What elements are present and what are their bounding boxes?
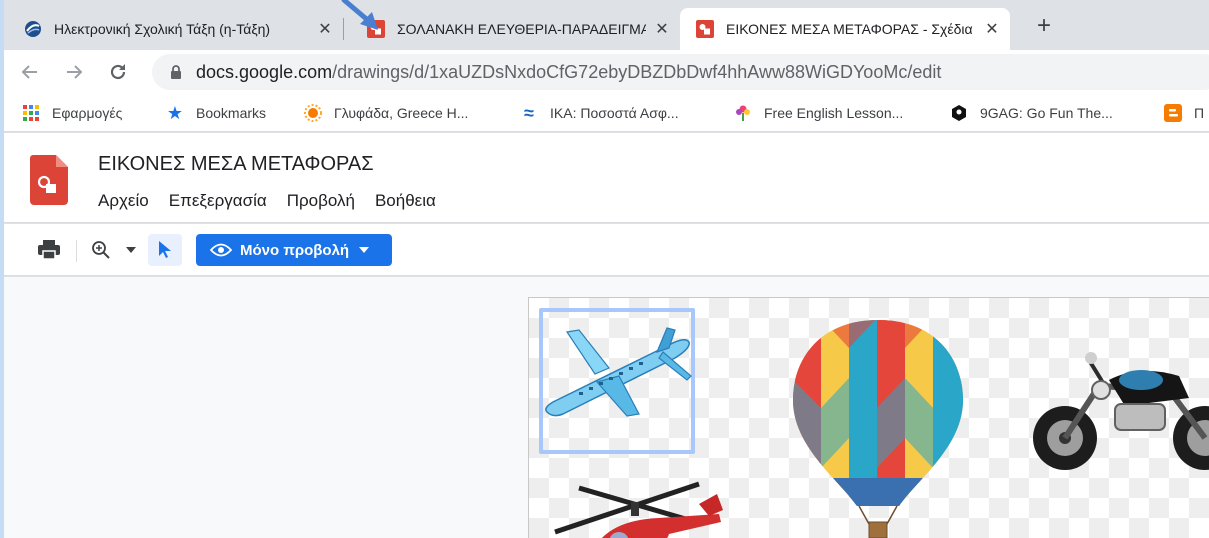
bookmark-ika[interactable]: ≈ ΙΚΑ: Ποσοστά Ασφ... xyxy=(520,94,679,132)
menu-file[interactable]: Αρχείο xyxy=(98,191,149,211)
tab-strip: Ηλεκτρονική Σχολική Τάξη (η-Τάξη) ✕ ΣΟΛΑ… xyxy=(0,0,1209,50)
tab-eikones-active[interactable]: ΕΙΚΟΝΕΣ ΜΕΣΑ ΜΕΤΑΦΟΡΑΣ - Σχέδια Google ✕ xyxy=(680,8,1010,50)
view-only-button[interactable]: Μόνο προβολή xyxy=(196,234,392,266)
url-text: docs.google.com/drawings/d/1xaUZDsNxdoCf… xyxy=(196,62,941,83)
window-edge xyxy=(0,0,4,538)
tab-solanaki[interactable]: ΣΟΛΑΝΑΚΗ ΕΛΕΥΘΕΡΙΑ-ΠΑΡΑΔΕΙΓΜΑ ✕ xyxy=(343,8,680,50)
browser-window: Ηλεκτρονική Σχολική Τάξη (η-Τάξη) ✕ ΣΟΛΑ… xyxy=(0,0,1209,538)
star-icon: ★ xyxy=(166,102,184,123)
9gag-icon xyxy=(950,104,968,122)
hot-air-balloon-image[interactable] xyxy=(791,318,965,538)
tab-title: Ηλεκτρονική Σχολική Τάξη (η-Τάξη) xyxy=(54,21,271,37)
browser-toolbar: docs.google.com/drawings/d/1xaUZDsNxdoCf… xyxy=(0,50,1209,94)
bookmark-bookmarks[interactable]: ★ Bookmarks xyxy=(166,94,266,132)
menu-bar: Αρχείο Επεξεργασία Προβολή Βοήθεια xyxy=(98,191,456,211)
url-host: docs.google.com xyxy=(196,61,333,82)
close-tab-icon[interactable]: ✕ xyxy=(652,19,672,39)
bookmark-label: ΙΚΑ: Ποσοστά Ασφ... xyxy=(550,105,679,121)
chevron-down-icon xyxy=(359,247,370,253)
waves-icon: ≈ xyxy=(524,102,534,123)
annotation-arrow-icon xyxy=(341,0,378,30)
bookmark-english[interactable]: Free English Lesson... xyxy=(734,94,903,132)
bookmark-label: 9GAG: Go Fun The... xyxy=(980,105,1113,121)
bookmark-label: Εφαρμογές xyxy=(52,105,123,121)
new-tab-icon[interactable]: + xyxy=(1028,10,1060,42)
bookmarks-bar: Εφαρμογές ★ Bookmarks Γλυφάδα, Greece H.… xyxy=(0,94,1209,132)
eclass-icon xyxy=(25,21,41,37)
bookmark-label: Γλυφάδα, Greece H... xyxy=(334,105,469,121)
eye-icon xyxy=(210,243,232,257)
bookmark-blogger[interactable]: Π xyxy=(1164,94,1204,132)
lock-icon xyxy=(171,65,181,79)
canvas-area xyxy=(0,277,1209,538)
drawing-canvas[interactable] xyxy=(528,297,1209,538)
menu-edit[interactable]: Επεξεργασία xyxy=(169,191,267,211)
sun-icon xyxy=(304,104,322,122)
drawings-header: ΕΙΚΟΝΕΣ ΜΕΣΑ ΜΕΤΑΦΟΡΑΣ Αρχείο Επεξεργασί… xyxy=(0,133,1209,223)
select-tool-icon[interactable] xyxy=(148,234,182,266)
motorcycle-image[interactable] xyxy=(1029,346,1209,476)
helicopter-image[interactable] xyxy=(549,480,749,538)
bookmark-label: Bookmarks xyxy=(196,105,267,121)
address-bar[interactable]: docs.google.com/drawings/d/1xaUZDsNxdoCf… xyxy=(152,54,1209,90)
document-title[interactable]: ΕΙΚΟΝΕΣ ΜΕΣΑ ΜΕΤΑΦΟΡΑΣ xyxy=(98,153,374,176)
drawings-icon xyxy=(696,20,714,38)
drawing-toolbar: Μόνο προβολή xyxy=(0,224,1209,276)
forward-icon[interactable] xyxy=(62,60,86,84)
zoom-icon[interactable] xyxy=(90,236,112,264)
apps-grid-icon xyxy=(22,104,40,122)
google-drawings-logo[interactable] xyxy=(30,155,68,205)
tab-eclass[interactable]: Ηλεκτρονική Σχολική Τάξη (η-Τάξη) ✕ xyxy=(0,8,343,50)
tab-title: ΕΙΚΟΝΕΣ ΜΕΣΑ ΜΕΤΑΦΟΡΑΣ - Σχέδια Google xyxy=(726,21,976,37)
menu-help[interactable]: Βοήθεια xyxy=(375,191,436,211)
zoom-dropdown-icon[interactable] xyxy=(122,236,140,264)
toolbar-divider xyxy=(76,240,77,262)
view-only-label: Μόνο προβολή xyxy=(240,241,350,259)
bookmark-label: Π xyxy=(1194,105,1205,121)
blogger-icon xyxy=(1164,104,1182,122)
bookmark-9gag[interactable]: 9GAG: Go Fun The... xyxy=(950,94,1113,132)
reload-icon[interactable] xyxy=(106,60,130,84)
bookmark-apps[interactable]: Εφαρμογές xyxy=(22,94,122,132)
bookmark-label: Free English Lesson... xyxy=(764,105,904,121)
flower-icon xyxy=(734,104,752,122)
back-icon[interactable] xyxy=(18,60,42,84)
close-tab-icon[interactable]: ✕ xyxy=(982,19,1002,39)
tab-title: ΣΟΛΑΝΑΚΗ ΕΛΕΥΘΕΡΙΑ-ΠΑΡΑΔΕΙΓΜΑ xyxy=(397,21,646,37)
menu-view[interactable]: Προβολή xyxy=(287,191,355,211)
print-icon[interactable] xyxy=(36,236,62,264)
url-path: /drawings/d/1xaUZDsNxdoCfG72ebyDBZDbDwf4… xyxy=(332,61,942,82)
bookmark-glyfada[interactable]: Γλυφάδα, Greece H... xyxy=(304,94,468,132)
airplane-image[interactable] xyxy=(539,324,695,420)
